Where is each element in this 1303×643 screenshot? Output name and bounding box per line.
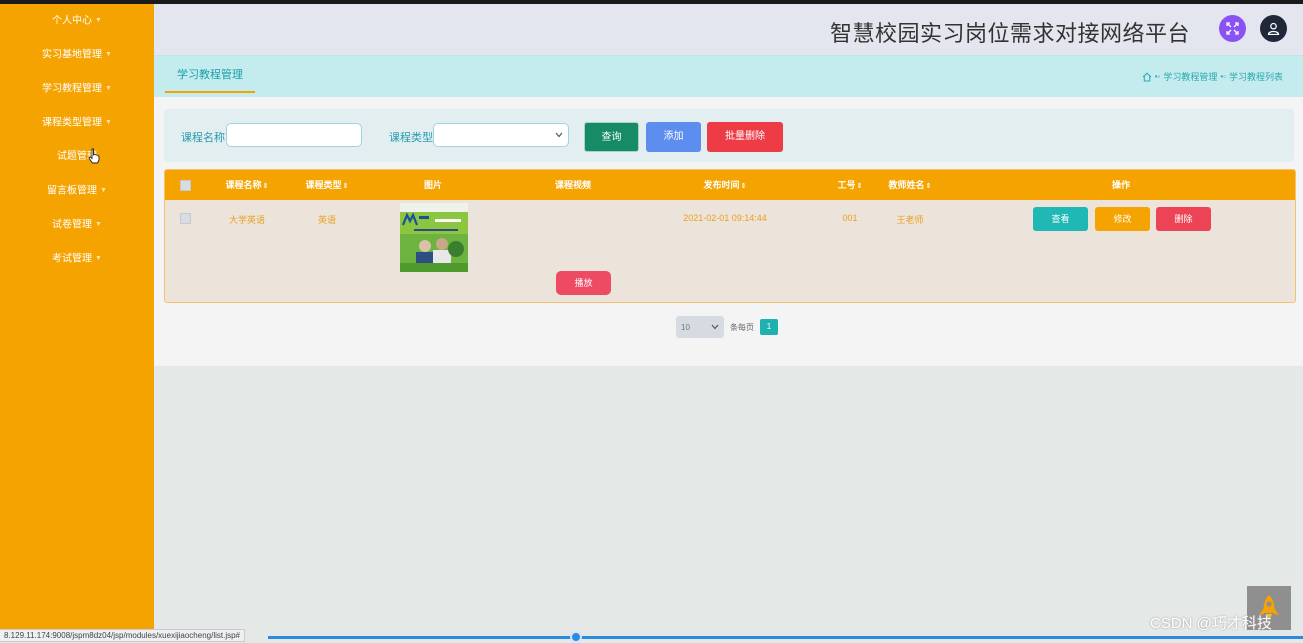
sidebar-item-label: 实习基地管理 [42,49,103,61]
column-header-teacher-name[interactable]: 教师姓名⇕ [889,170,932,200]
sidebar-item-label: 试卷管理 [52,219,93,231]
fullscreen-button[interactable] [1219,15,1246,42]
sidebar-item-papers[interactable]: 试卷管理 ▼ [0,208,154,242]
course-name-input[interactable] [226,123,362,147]
column-header-label: 课程名称 [225,180,262,190]
sort-icon: ⇕ [740,183,747,190]
sidebar-item-label: 留言板管理 [47,185,98,197]
caret-down-icon: ▼ [95,17,102,24]
header: 智慧校园实习岗位需求对接网络平台 [154,4,1303,56]
sort-icon: ⇕ [925,183,932,190]
sidebar-item-course-types[interactable]: 课程类型管理 ▼ [0,106,154,140]
table-header: 课程名称⇕ 课程类型⇕ 图片 课程视频 发布时间⇕ 工号⇕ 教师姓名⇕ 操作 [165,170,1295,200]
home-icon[interactable] [1142,72,1152,82]
page-progress-bar [268,636,1303,639]
search-panel: 课程名称 课程类型 查询 添加 批量删除 [164,109,1294,162]
page-size-value: 10 [681,322,690,332]
user-icon [1267,22,1280,35]
sidebar-item-label: 考试管理 [52,253,93,265]
sort-icon: ⇕ [262,183,269,190]
sidebar-item-personal-center[interactable]: 个人中心 ▼ [0,4,154,38]
cell-course-type: 英语 [317,215,337,225]
book-cover-image [400,203,468,272]
column-header-video: 课程视频 [554,180,592,190]
caret-down-icon: ▼ [105,119,112,126]
browser-status-url: 8.129.11.174:9008/jspm8dz04/jsp/modules/… [0,629,246,642]
column-header-course-type[interactable]: 课程类型⇕ [306,170,349,200]
sidebar-item-questions[interactable]: 试题管理 [0,140,154,174]
watermark: CSDN @巧才科技 [1150,615,1272,632]
sort-icon: ⇕ [342,183,349,190]
caret-down-icon: ▼ [95,221,102,228]
course-type-label: 课程类型 [389,132,433,144]
sidebar-item-tutorials[interactable]: 学习教程管理 ▼ [0,72,154,106]
column-header-label: 教师姓名 [888,180,925,190]
row-checkbox[interactable] [180,213,191,224]
play-video-button[interactable]: 播放 [556,271,611,295]
cell-publish-time: 2021-02-01 09:14:44 [683,213,767,223]
delete-button[interactable]: 删除 [1156,207,1211,231]
caret-down-icon: ▼ [95,255,102,262]
page-size-select[interactable]: 10 [676,316,724,338]
pagination: 10 条每页 1 [676,316,778,338]
batch-delete-button[interactable]: 批量删除 [707,122,783,152]
add-button[interactable]: 添加 [646,122,701,152]
caret-down-icon: ▼ [105,51,112,58]
sidebar-item-label: 个人中心 [52,15,93,27]
column-header-label: 工号 [837,180,856,190]
column-header-image: 图片 [423,180,443,190]
tab-bar: 学习教程管理 •◦ 学习教程管理 •◦ 学习教程列表 [154,56,1303,97]
cell-course-name: 大学英语 [228,215,266,225]
sidebar-item-label: 课程类型管理 [42,117,103,129]
column-header-label: 课程类型 [305,180,342,190]
column-header-publish-time[interactable]: 发布时间⇕ [704,170,747,200]
per-page-label: 条每页 [730,322,754,332]
breadcrumb: •◦ 学习教程管理 •◦ 学习教程列表 [1142,70,1283,83]
caret-down-icon: ▼ [100,187,107,194]
column-header-course-name[interactable]: 课程名称⇕ [226,170,269,200]
query-button[interactable]: 查询 [584,122,639,152]
sidebar-item-internship-base[interactable]: 实习基地管理 ▼ [0,38,154,72]
main-content: 课程名称 课程类型 查询 添加 批量删除 课程名称⇕ 课程类型⇕ 图片 课程视频… [154,97,1303,366]
chevron-down-icon [711,324,719,330]
column-header-job-number[interactable]: 工号⇕ [838,170,863,200]
select-all-checkbox[interactable] [180,180,191,191]
sidebar: 个人中心 ▼ 实习基地管理 ▼ 学习教程管理 ▼ 课程类型管理 ▼ 试题管理 留言板管理… [0,4,154,640]
sidebar-item-exams[interactable]: 考试管理 ▼ [0,242,154,276]
column-header-actions: 操作 [1111,180,1131,190]
cell-job-number: 001 [842,213,858,223]
cell-teacher-name: 王老师 [896,215,924,225]
tutorial-table: 课程名称⇕ 课程类型⇕ 图片 课程视频 发布时间⇕ 工号⇕ 教师姓名⇕ 操作 大… [164,169,1296,303]
breadcrumb-item: 学习教程列表 [1228,72,1283,82]
caret-down-icon: ▼ [105,85,112,92]
course-cover-image [400,203,468,272]
chevron-down-icon [555,132,563,138]
tab-tutorial-management[interactable]: 学习教程管理 [165,56,255,93]
edit-button[interactable]: 修改 [1095,207,1150,231]
hand-pointer-icon [88,148,100,164]
column-header-label: 发布时间 [703,180,740,190]
user-menu-button[interactable] [1260,15,1287,42]
view-button[interactable]: 查看 [1033,207,1088,231]
breadcrumb-item[interactable]: 学习教程管理 [1163,70,1217,83]
site-title: 智慧校园实习岗位需求对接网络平台 [829,22,1190,47]
sidebar-item-label: 学习教程管理 [42,83,103,95]
course-name-label: 课程名称 [181,132,225,144]
sort-icon: ⇕ [856,183,863,190]
course-type-select[interactable] [433,123,569,147]
breadcrumb-separator-icon: •◦ [1220,72,1226,81]
breadcrumb-separator-icon: •◦ [1154,72,1161,81]
sidebar-item-message-board[interactable]: 留言板管理 ▼ [0,174,154,208]
progress-handle [570,631,582,643]
page-button-current[interactable]: 1 [760,319,778,335]
fullscreen-icon [1226,22,1239,35]
